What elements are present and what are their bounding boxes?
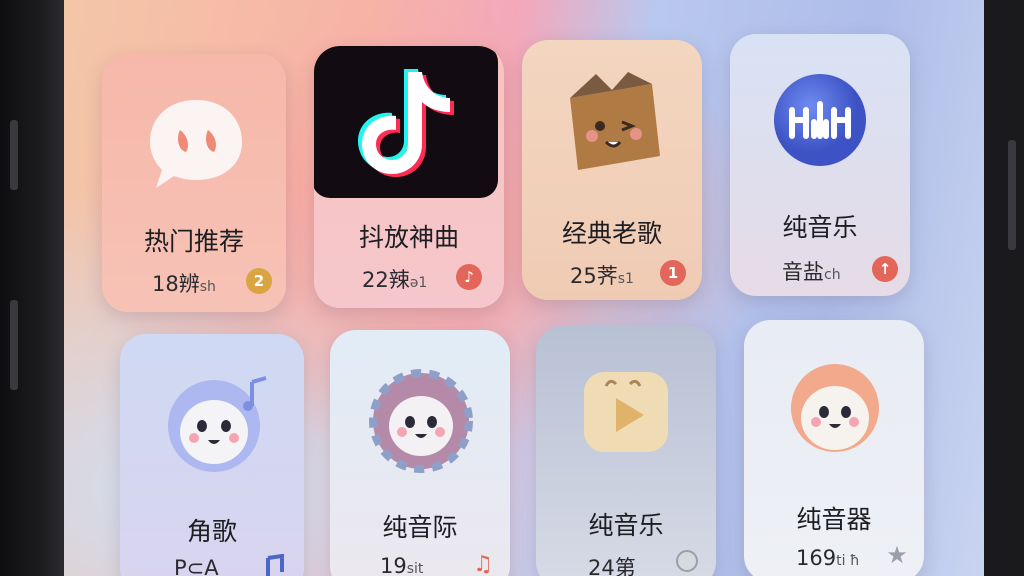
tile-count: P⊂A	[174, 556, 219, 576]
home-screen: 热门推荐 18辨sh 2 抖放神曲 22辣ə1 ♪ 经典老歌 25荠s1 1 纯…	[64, 0, 984, 576]
waveform-logo-icon	[770, 70, 870, 170]
tile-classic-oldies[interactable]: 经典老歌 25荠s1 1	[522, 40, 702, 300]
tile-title: 纯音乐	[782, 213, 858, 242]
tile-title: 纯音器	[796, 505, 872, 534]
play-button-icon	[576, 362, 676, 462]
tiktok-logo-icon	[314, 46, 498, 198]
tile-pure-music-3[interactable]: 纯音乐 24第	[536, 326, 716, 576]
phone-side-button	[1008, 140, 1016, 250]
rank-badge: 2	[246, 268, 272, 294]
chat-bubble-icon	[146, 92, 246, 192]
tile-title: 角歌	[186, 517, 237, 546]
rank-badge: 1	[660, 260, 686, 286]
tile-pure-music[interactable]: 纯音乐 音盐ch ↑	[730, 34, 910, 296]
tile-pure-instruments[interactable]: 纯音器 169ti ħ ★	[744, 320, 924, 576]
phone-side-button	[10, 120, 18, 190]
striped-hood-character-icon	[366, 366, 476, 476]
tile-count: 19sit	[380, 554, 424, 576]
tile-count: 音盐ch	[782, 260, 841, 284]
tile-count: 22辣ə1	[362, 268, 428, 292]
spinner-icon	[674, 548, 700, 574]
tile-title: 纯音乐	[588, 511, 664, 540]
tile-title: 热门推荐	[143, 227, 244, 256]
tile-title: 经典老歌	[561, 219, 662, 248]
tile-count: 24第	[588, 556, 636, 576]
tile-character-songs[interactable]: 角歌 P⊂A	[120, 334, 304, 576]
tile-title: 抖放神曲	[358, 223, 459, 252]
tile-pure-music-2[interactable]: 纯音际 19sit ♫	[330, 330, 510, 576]
tile-title: 纯音际	[382, 513, 458, 542]
tile-count: 25荠s1	[570, 264, 634, 288]
tile-count: 169ti ħ	[796, 546, 860, 570]
tile-hot-recommend[interactable]: 热门推荐 18辨sh 2	[102, 54, 286, 312]
star-badge: ★	[886, 541, 908, 569]
phone-side-button	[10, 300, 18, 390]
peach-character-icon	[780, 356, 890, 466]
trend-up-badge: ↑	[872, 256, 898, 282]
music-note-badge: ♫	[473, 552, 493, 576]
tile-tiktok-hits[interactable]: 抖放神曲 22辣ə1 ♪	[314, 46, 504, 308]
music-note-badge: ♪	[456, 264, 482, 290]
music-note-icon	[260, 553, 286, 576]
tile-count: 18辨sh	[152, 272, 216, 296]
blue-character-icon	[156, 368, 276, 488]
wooden-box-character-icon	[556, 70, 666, 180]
